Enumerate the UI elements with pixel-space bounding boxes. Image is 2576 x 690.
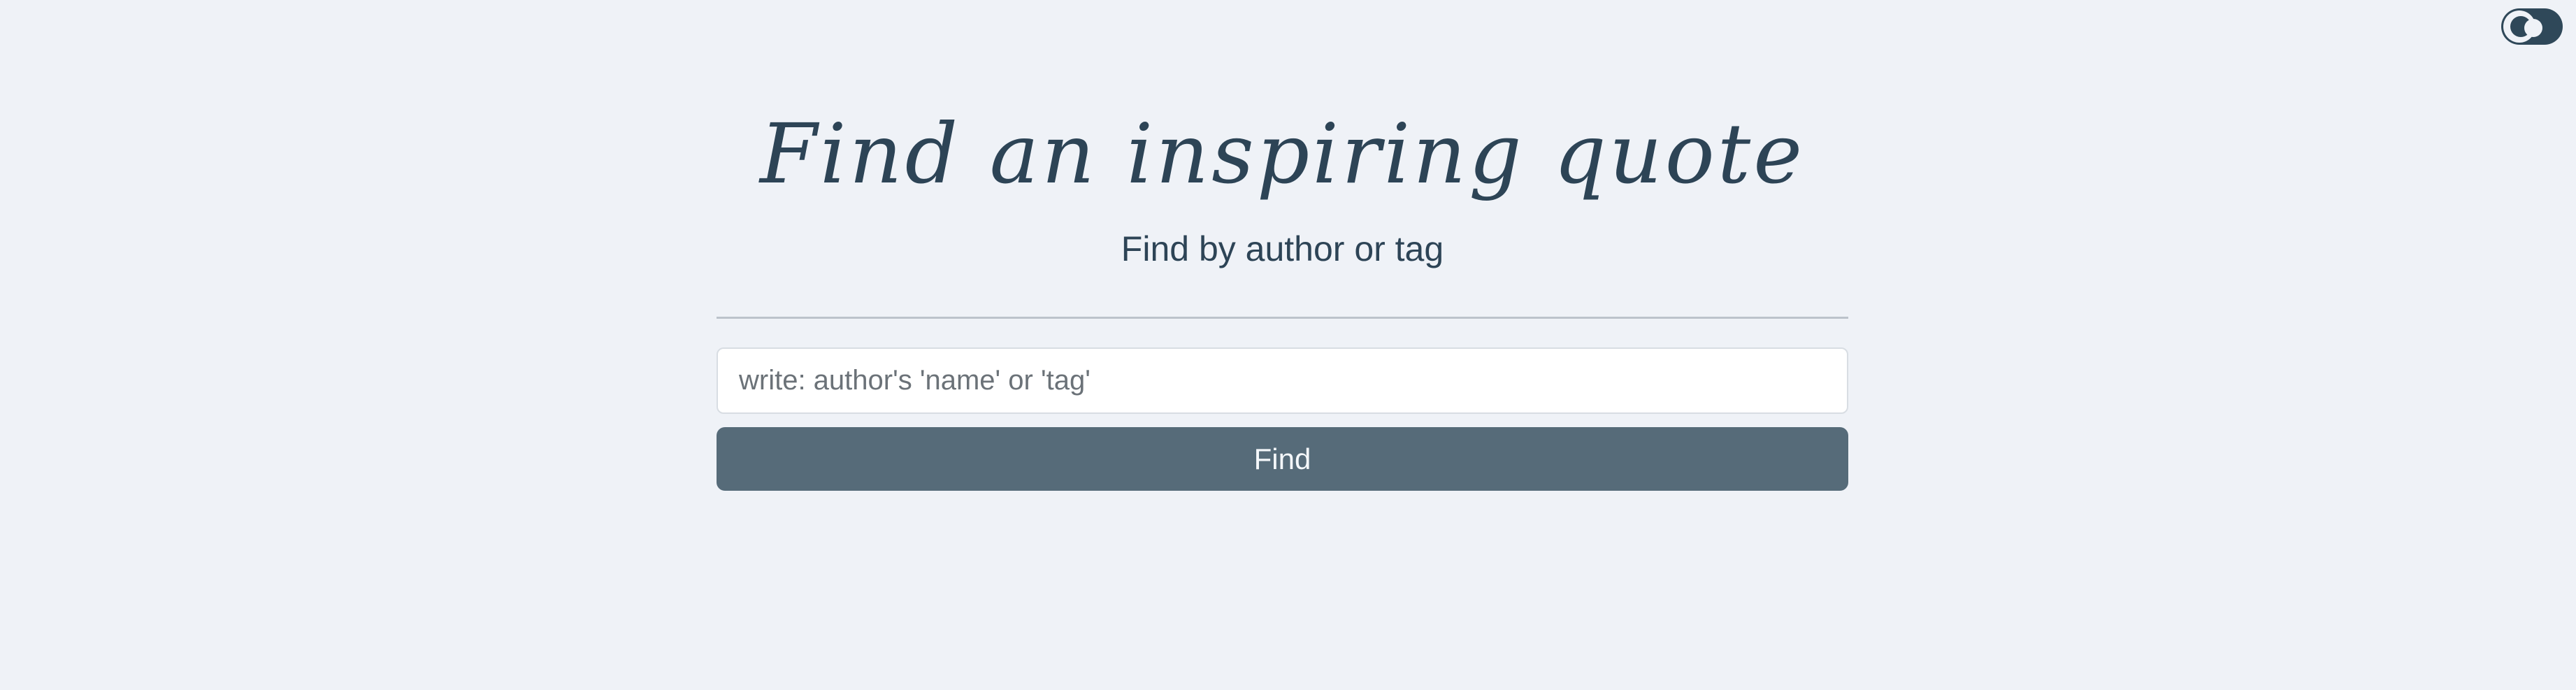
find-button[interactable]: Find — [717, 427, 1848, 491]
divider — [717, 317, 1848, 319]
theme-toggle[interactable] — [2501, 8, 2563, 45]
page-subtitle: Find by author or tag — [1121, 229, 1444, 268]
moon-icon — [2510, 16, 2542, 37]
page-title: Find an inspiring quote — [759, 106, 1806, 202]
toggle-knob — [2503, 10, 2542, 43]
search-input[interactable] — [717, 347, 1848, 414]
